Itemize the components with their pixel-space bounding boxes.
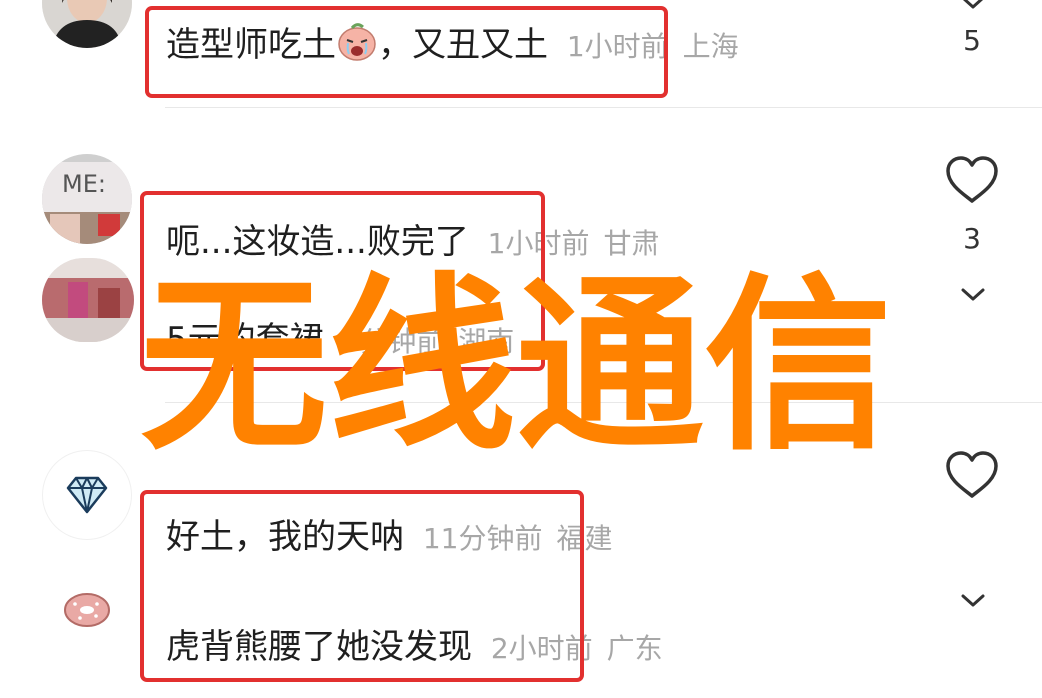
comment-location: 甘肃 [603, 227, 660, 260]
highlight-box [140, 490, 584, 682]
divider [165, 107, 1042, 108]
like-count: 5 [963, 24, 981, 57]
chevron-down-icon[interactable] [958, 592, 988, 612]
avatar[interactable] [42, 580, 132, 670]
heart-outline-icon[interactable] [945, 450, 999, 500]
diamond-icon [66, 476, 108, 514]
avatar-photo-icon [42, 258, 134, 342]
avatar[interactable]: ME: [42, 154, 132, 244]
avatar[interactable] [42, 0, 132, 48]
chevron-down-icon[interactable] [958, 286, 988, 306]
like-count: 3 [963, 222, 981, 255]
comment-location: 广东 [606, 632, 663, 665]
avatar-woman-icon [42, 0, 132, 48]
comment-location: 上海 [682, 30, 739, 63]
avatar[interactable] [42, 258, 134, 342]
avatar[interactable] [42, 450, 132, 540]
watermark-overlay: 无线通信 [140, 257, 892, 476]
heart-outline-icon[interactable] [945, 155, 999, 205]
svg-text:ME:: ME: [62, 170, 106, 198]
donut-icon [64, 593, 110, 627]
chevron-down-icon[interactable] [958, 0, 988, 14]
highlight-box [145, 6, 668, 98]
avatar-sign-icon: ME: [42, 154, 132, 244]
